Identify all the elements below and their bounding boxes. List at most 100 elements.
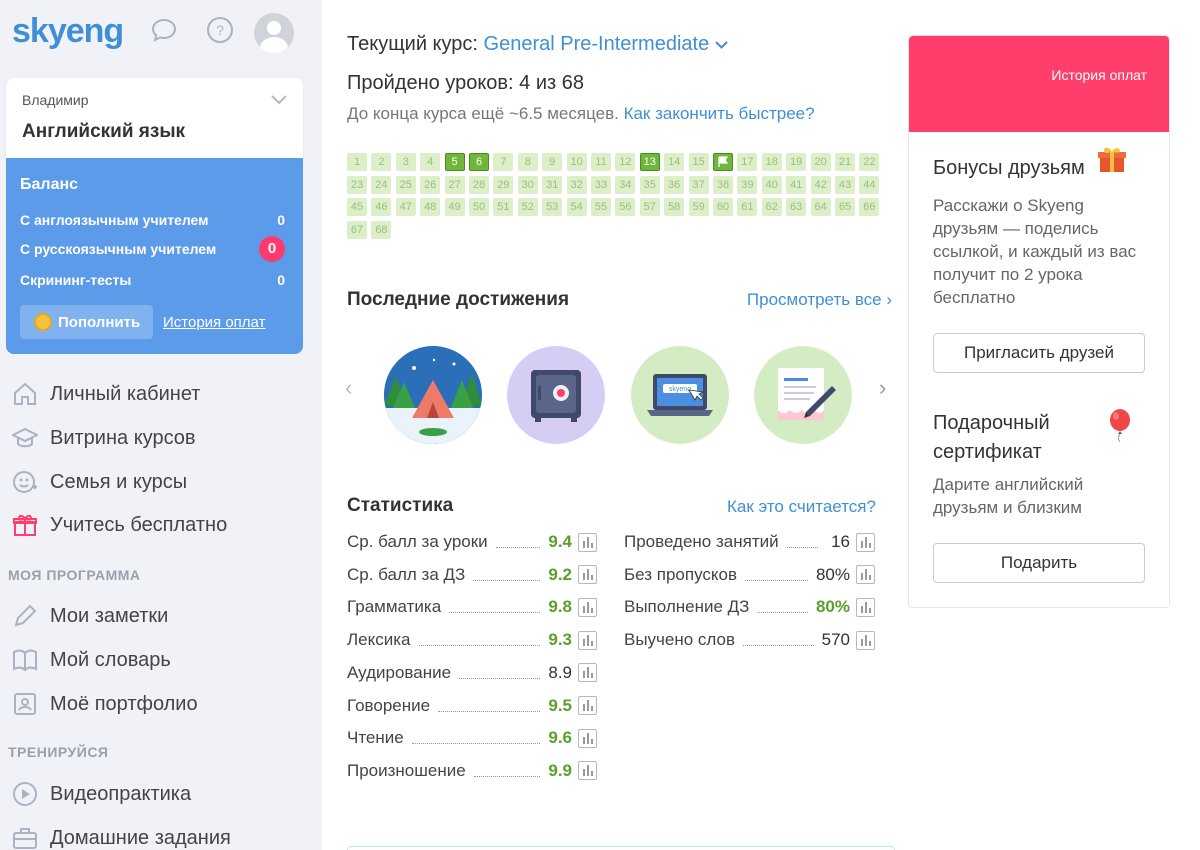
gift-button[interactable]: Подарить — [933, 543, 1145, 583]
how-calculated-link[interactable]: Как это считается? — [727, 497, 876, 517]
lesson-cell[interactable]: 23 — [347, 175, 367, 194]
lesson-cell[interactable]: 29 — [493, 175, 514, 194]
lesson-cell[interactable]: 60 — [713, 198, 733, 217]
bar-chart-icon[interactable] — [578, 565, 597, 585]
lesson-cell[interactable]: 57 — [639, 198, 660, 217]
lesson-cell[interactable]: 4 — [420, 153, 441, 171]
laptop-badge[interactable]: skyeng — [631, 346, 729, 444]
payment-history-link[interactable]: История оплат — [163, 314, 265, 331]
lesson-cell[interactable]: 44 — [859, 175, 880, 194]
lesson-cell[interactable]: 43 — [835, 175, 855, 194]
lesson-cell[interactable]: 21 — [835, 153, 855, 171]
lesson-cell[interactable]: 9 — [542, 153, 563, 171]
lesson-cell[interactable]: 2 — [371, 153, 392, 171]
lesson-cell[interactable]: 7 — [493, 153, 514, 171]
bar-chart-icon[interactable] — [578, 597, 597, 617]
lesson-cell[interactable]: 46 — [371, 198, 392, 217]
lesson-cell[interactable]: 67 — [347, 220, 367, 239]
lesson-cell[interactable]: 19 — [786, 153, 807, 171]
bar-chart-icon[interactable] — [856, 565, 875, 585]
nav-family-courses[interactable]: Семья и курсы — [12, 466, 187, 498]
lesson-cell[interactable]: 37 — [688, 175, 709, 194]
payment-banner[interactable]: История оплат — [909, 36, 1169, 132]
chat-icon[interactable] — [150, 16, 178, 44]
lesson-cell[interactable]: 39 — [737, 175, 758, 194]
safe-badge[interactable] — [507, 346, 605, 444]
lesson-cell[interactable]: 17 — [737, 153, 758, 171]
lesson-cell[interactable]: 28 — [469, 175, 489, 194]
bar-chart-icon[interactable] — [856, 532, 875, 552]
lesson-cell[interactable]: 25 — [395, 175, 416, 194]
skyeng-logo[interactable]: skyeng — [12, 12, 124, 51]
bar-chart-icon[interactable] — [578, 696, 597, 715]
nav-video-practice[interactable]: Видеопрактика — [12, 778, 191, 810]
lesson-cell[interactable]: 42 — [810, 175, 831, 194]
lesson-cell[interactable]: 53 — [542, 198, 563, 217]
lesson-cell[interactable]: 56 — [615, 198, 636, 217]
lesson-cell[interactable]: 1 — [347, 153, 367, 171]
lesson-cell[interactable]: 52 — [517, 198, 538, 217]
lesson-cell[interactable]: 59 — [688, 198, 709, 217]
lesson-cell[interactable]: 47 — [395, 198, 416, 217]
lesson-cell[interactable]: 18 — [761, 153, 782, 171]
lesson-cell[interactable]: 12 — [615, 153, 636, 171]
nav-learn-free[interactable]: Учитесь бесплатно — [12, 509, 227, 541]
bar-chart-icon[interactable] — [578, 761, 597, 781]
nav-homework[interactable]: Домашние задания — [12, 822, 231, 850]
lesson-cell[interactable]: 8 — [517, 153, 538, 171]
lesson-cell[interactable]: 61 — [737, 198, 758, 217]
nav-course-showcase[interactable]: Витрина курсов — [12, 422, 196, 454]
lesson-cell[interactable]: 26 — [420, 175, 441, 194]
bar-chart-icon[interactable] — [578, 663, 597, 683]
lesson-cell[interactable]: 13 — [639, 153, 660, 171]
lesson-cell[interactable]: 68 — [371, 220, 392, 239]
lesson-cell[interactable]: 54 — [566, 198, 587, 217]
lesson-cell[interactable]: 15 — [688, 153, 709, 171]
lesson-cell[interactable]: 5 — [444, 153, 465, 171]
lesson-cell[interactable]: 35 — [639, 175, 660, 194]
lesson-cell[interactable]: 10 — [566, 153, 587, 171]
bar-chart-icon[interactable] — [856, 630, 875, 650]
user-avatar[interactable] — [254, 13, 294, 53]
nav-my-notes[interactable]: Мои заметки — [12, 600, 168, 632]
topup-button[interactable]: Пополнить — [20, 305, 153, 339]
invite-friends-button[interactable]: Пригласить друзей — [933, 333, 1145, 373]
bar-chart-icon[interactable] — [856, 597, 875, 617]
banner-history-link[interactable]: История оплат — [1051, 67, 1147, 83]
carousel-prev-arrow[interactable]: ‹ — [345, 375, 352, 401]
lesson-cell[interactable]: 30 — [517, 175, 538, 194]
lesson-cell[interactable]: 6 — [469, 153, 489, 171]
bar-chart-icon[interactable] — [578, 728, 597, 748]
lesson-cell[interactable]: 66 — [859, 198, 880, 217]
document-badge[interactable] — [754, 346, 852, 444]
lesson-cell[interactable]: 49 — [444, 198, 465, 217]
view-all-achievements-link[interactable]: Просмотреть все › — [747, 290, 892, 310]
lesson-cell[interactable]: 40 — [761, 175, 782, 194]
lesson-cell[interactable]: 55 — [591, 198, 611, 217]
course-selector[interactable]: General Pre-Intermediate — [484, 33, 728, 55]
lesson-cell[interactable]: 51 — [493, 198, 514, 217]
carousel-next-arrow[interactable]: › — [879, 375, 886, 401]
lesson-cell[interactable]: 41 — [786, 175, 807, 194]
nav-personal-cabinet[interactable]: Личный кабинет — [12, 378, 200, 410]
lesson-cell[interactable]: 27 — [444, 175, 465, 194]
lesson-cell[interactable]: 34 — [615, 175, 636, 194]
lesson-cell[interactable]: 20 — [810, 153, 831, 171]
lesson-cell[interactable]: 64 — [810, 198, 831, 217]
lesson-cell[interactable]: 22 — [859, 153, 880, 171]
lesson-cell[interactable]: 24 — [371, 175, 392, 194]
lesson-cell[interactable]: 3 — [395, 153, 416, 171]
lesson-cell[interactable]: 14 — [664, 153, 685, 171]
lesson-cell[interactable]: 36 — [664, 175, 685, 194]
lesson-cell[interactable]: 31 — [542, 175, 563, 194]
help-icon[interactable]: ? — [206, 16, 234, 44]
chevron-down-icon[interactable] — [271, 92, 287, 110]
lesson-cell[interactable]: 45 — [347, 198, 367, 217]
lesson-cell[interactable]: 11 — [591, 153, 611, 171]
lesson-cell[interactable]: 63 — [786, 198, 807, 217]
finish-faster-link[interactable]: Как закончить быстрее? — [624, 104, 815, 123]
lesson-cell[interactable]: 62 — [761, 198, 782, 217]
lesson-cell[interactable] — [713, 153, 733, 171]
profile-card[interactable]: Владимир Английский язык — [6, 78, 303, 158]
lesson-cell[interactable]: 50 — [469, 198, 489, 217]
